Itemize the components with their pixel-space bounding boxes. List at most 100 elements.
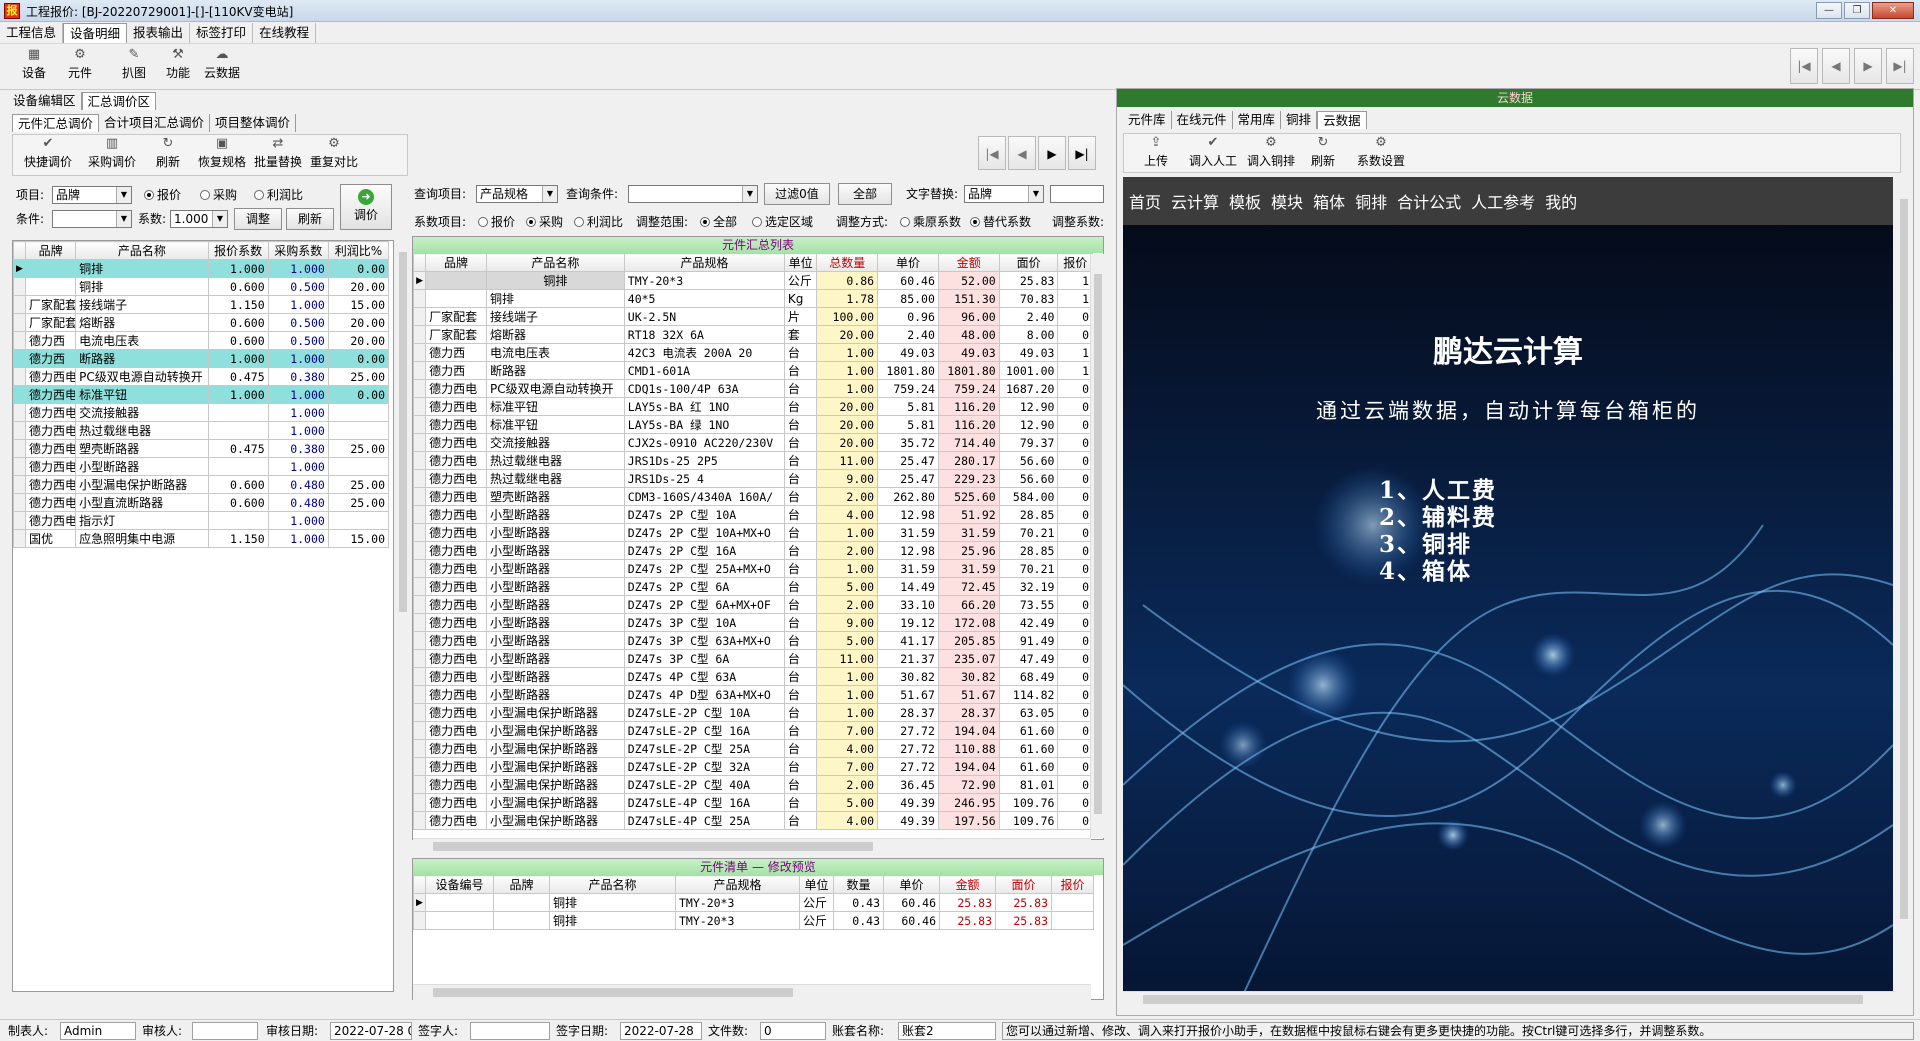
cell-face-price[interactable]: 12.90 [998, 397, 1059, 416]
duplicate-compare-button[interactable]: ⚙ 重复对比 [309, 137, 359, 175]
table-row[interactable]: 德力西电 小型断路器 1.000 [13, 457, 390, 476]
cell-product-name[interactable]: 小型断路器 [485, 613, 625, 632]
table-row[interactable]: ▶ 铜排 TMY-20*3 公斤 0.86 60.46 52.00 25.83 1 [413, 271, 1093, 290]
cell-profit[interactable]: 0.00 [327, 259, 390, 278]
cell-total-qty[interactable]: 9.00 [816, 613, 879, 632]
cell-amount[interactable]: 197.56 [937, 811, 1000, 830]
table-row[interactable]: 德力西电 小型断路器 DZ47s 2P C型 16A 台 2.00 12.98 25.96 2… [413, 541, 1093, 560]
tab-cloud-data[interactable]: 云数据 [1317, 111, 1367, 129]
table-row[interactable]: 德力西电 PC级双电源自动转换开 0.475 0.380 25.00 [13, 367, 390, 386]
cell-product-spec[interactable]: DZ47s 2P C型 16A [623, 541, 785, 560]
cell-unit-price[interactable]: 759.24 [877, 379, 939, 398]
cell-quote[interactable]: 0.600 [207, 277, 269, 296]
cell-product-spec[interactable]: CDQ1s-100/4P 63A [623, 379, 785, 398]
cell-unit-price[interactable]: 12.98 [877, 505, 939, 524]
cell-brand[interactable]: 德力西电 [25, 421, 77, 440]
maker-field[interactable]: Admin [60, 1022, 136, 1040]
cell-unit[interactable]: 台 [783, 343, 818, 362]
cell-product-name[interactable]: 小型漏电保护断路器 [485, 811, 625, 830]
cell-unit-price[interactable]: 60.46 [877, 271, 939, 290]
text-replace-input[interactable] [1050, 185, 1104, 203]
cell-unit-price[interactable]: 21.37 [877, 649, 939, 668]
cell-quote[interactable]: 0.600 [207, 313, 269, 332]
cell-brand[interactable]: 德力西电 [25, 385, 77, 404]
cell-amount[interactable]: 30.82 [937, 667, 1000, 686]
table-row[interactable]: 厂家配套 熔断器 0.600 0.500 20.00 [13, 313, 390, 332]
cell-total-qty[interactable]: 7.00 [816, 721, 879, 740]
cell-quote[interactable]: 0 [1057, 577, 1093, 596]
cell-purchase[interactable]: 1.000 [267, 511, 329, 530]
table-row[interactable]: 厂家配套 熔断器 RT18 32X 6A 套 20.00 2.40 48.00 8.00 0 [413, 325, 1093, 344]
cell-unit[interactable]: 台 [783, 505, 818, 524]
col-unit[interactable]: 单位 [799, 875, 834, 894]
table-row[interactable]: 德力西 断路器 CMD1-601A 台 1.00 1801.80 1801.80 1001.0… [413, 361, 1093, 380]
cell-total-qty[interactable]: 1.00 [816, 703, 879, 722]
cell-product-spec[interactable]: DZ47sLE-2P C型 40A [623, 775, 785, 794]
cell-amount[interactable]: 31.59 [937, 559, 1000, 578]
table-row[interactable]: 德力西电 小型断路器 DZ47s 2P C型 6A 台 5.00 14.49 72.45 32… [413, 577, 1093, 596]
cell-profit[interactable]: 20.00 [327, 277, 390, 296]
cell-quote[interactable]: 0 [1057, 451, 1093, 470]
table-row[interactable]: 德力西电 小型漏电保护断路器 DZ47sLE-2P C型 40A 台 2.00 36.45… [413, 775, 1093, 794]
coef-select[interactable]: 1.000 ▼ [170, 210, 228, 228]
cell-unit-price[interactable]: 262.80 [877, 487, 939, 506]
text-replace-select[interactable]: 品牌 ▼ [964, 185, 1044, 203]
table-row[interactable]: 德力西电 指示灯 1.000 [13, 511, 390, 530]
cell-quote[interactable] [1051, 893, 1094, 912]
cell-product-name[interactable]: 小型断路器 [485, 595, 625, 614]
table-row[interactable]: 德力西电 标准平钮 LAY5s-BA 红 1NO 台 20.00 5.81 116.20 12… [413, 397, 1093, 416]
cell-product-spec[interactable]: CDM3-160S/4340A 160A/ [623, 487, 785, 506]
cell-unit[interactable]: 台 [783, 397, 818, 416]
cell-brand[interactable]: 德力西电 [25, 493, 77, 512]
cell-brand[interactable]: 德力西电 [425, 721, 487, 740]
cell-unit-price[interactable]: 0.96 [877, 307, 939, 326]
cell-product-name[interactable]: PC级双电源自动转换开 [485, 379, 625, 398]
cell-profit[interactable]: 0.00 [327, 349, 390, 368]
cell-amount[interactable]: 714.40 [937, 433, 1000, 452]
cell-brand[interactable]: 德力西电 [425, 667, 487, 686]
cell-purchase[interactable]: 0.480 [267, 493, 329, 512]
cell-brand[interactable]: 德力西电 [425, 793, 487, 812]
cell-total-qty[interactable]: 1.78 [816, 289, 879, 308]
cell-unit[interactable]: 台 [783, 415, 818, 434]
cell-quote[interactable]: 0 [1057, 775, 1093, 794]
cell-unit[interactable]: 台 [783, 757, 818, 776]
cell-product-spec[interactable]: DZ47s 4P C型 63A [623, 667, 785, 686]
cell-brand[interactable] [25, 277, 77, 296]
cell-product-spec[interactable]: DZ47s 2P C型 6A [623, 577, 785, 596]
coef-settings-button[interactable]: ⚙ 系数设置 [1356, 136, 1406, 174]
cell-name[interactable]: 小型直流断路器 [75, 493, 209, 512]
cell-product-spec[interactable]: 42C3 电流表 200A 20 [623, 343, 785, 362]
cell-total-qty[interactable]: 20.00 [816, 325, 879, 344]
cell-brand[interactable] [425, 289, 487, 308]
cell-unit[interactable]: 台 [783, 469, 818, 488]
filter-zero-button[interactable]: 过滤0值 [764, 183, 830, 205]
restore-spec-button[interactable]: ▣ 恢复规格 [197, 137, 247, 175]
table-row[interactable]: ▶ 铜排 TMY-20*3 公斤 0.43 60.46 25.83 25.83 [413, 893, 1094, 912]
cell-unit-price[interactable]: 25.47 [877, 469, 939, 488]
coef-radio-profit[interactable]: 利润比 [570, 213, 623, 231]
cell-quote[interactable]: 1.150 [207, 295, 269, 314]
cell-total-qty[interactable]: 1.00 [816, 559, 879, 578]
cell-face-price[interactable]: 28.85 [998, 505, 1059, 524]
cell-face-price[interactable]: 68.49 [998, 667, 1059, 686]
col-product-name[interactable]: 产品名称 [75, 241, 209, 260]
cell-face-price[interactable]: 70.83 [998, 289, 1059, 308]
cell-brand[interactable]: 德力西电 [25, 439, 77, 458]
mode-radio-multiply[interactable]: 乘原系数 [896, 213, 961, 231]
cell-total-qty[interactable]: 4.00 [816, 505, 879, 524]
web-nav-item[interactable]: 云计算 [1171, 189, 1219, 213]
cell-product-name[interactable]: 小型断路器 [485, 541, 625, 560]
cell-brand[interactable]: 厂家配套 [25, 313, 77, 332]
web-nav-item[interactable]: 我的 [1545, 189, 1577, 213]
cell-total-qty[interactable]: 1.00 [816, 523, 879, 542]
cell-unit-price[interactable]: 33.10 [877, 595, 939, 614]
col-product-name[interactable]: 产品名称 [549, 875, 676, 894]
cell-quote[interactable]: 1 [1057, 343, 1093, 362]
cell-total-qty[interactable]: 1.00 [816, 685, 879, 704]
cell-product-spec[interactable]: CMD1-601A [623, 361, 785, 380]
col-product-spec[interactable]: 产品规格 [675, 875, 800, 894]
cond-select[interactable]: ▼ [52, 210, 132, 228]
cell-quote[interactable]: 0 [1057, 613, 1093, 632]
col-device-no[interactable]: 设备编号 [425, 875, 494, 894]
